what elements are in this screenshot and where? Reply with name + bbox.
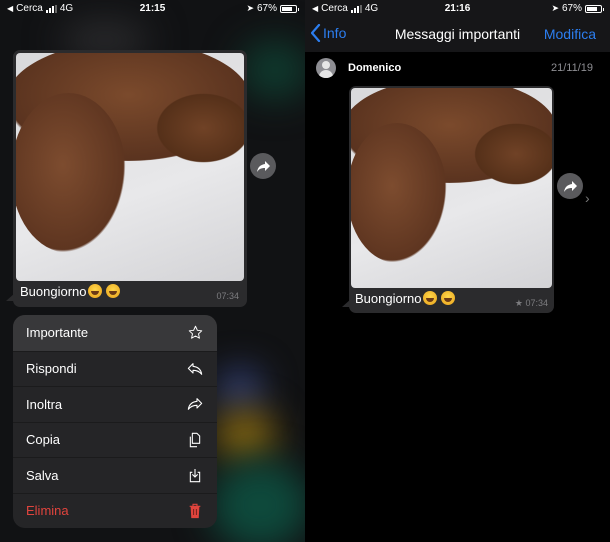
copy-icon xyxy=(187,432,203,448)
laughing-emoji-icon xyxy=(422,291,437,305)
message-caption: Buongiorno xyxy=(20,284,120,299)
message-bubble[interactable]: Buongiorno 07:34 xyxy=(13,50,247,307)
background-blur xyxy=(220,370,260,410)
message-time: 07:34 xyxy=(216,291,239,301)
bubble-tail xyxy=(6,293,15,301)
bubble-tail xyxy=(342,299,351,307)
forward-button[interactable] xyxy=(557,173,583,199)
location-icon: ➤ xyxy=(246,3,254,13)
battery-icon xyxy=(585,4,604,13)
message-date: 21/11/19 xyxy=(550,62,593,74)
reply-icon xyxy=(187,361,203,377)
background-blur xyxy=(210,460,305,542)
battery-percent: 67% xyxy=(561,3,582,14)
laughing-emoji-icon xyxy=(105,284,120,298)
menu-item-importante[interactable]: Importante xyxy=(13,315,217,351)
status-bar: ◀ Cerca 4G 21:15 ➤ 67% xyxy=(0,0,305,17)
laughing-emoji-icon xyxy=(440,291,455,305)
left-screen: ◀ Cerca 4G 21:15 ➤ 67% Buongiorno 07:34 … xyxy=(0,0,305,542)
laughing-emoji-icon xyxy=(87,284,102,298)
menu-item-inoltra[interactable]: Inoltra xyxy=(13,386,217,422)
message-caption: Buongiorno xyxy=(355,291,455,306)
battery-percent: 67% xyxy=(256,3,277,14)
status-bar: ◀ Cerca 4G 21:16 ➤ 67% xyxy=(305,0,610,17)
forward-button[interactable] xyxy=(250,153,276,179)
chevron-right-icon[interactable]: › xyxy=(585,190,590,206)
forward-icon xyxy=(187,396,203,412)
battery-icon xyxy=(280,4,299,13)
forward-arrow-icon xyxy=(563,180,577,192)
location-icon: ➤ xyxy=(551,3,559,13)
forward-arrow-icon xyxy=(256,160,270,172)
message-time: ★ 07:34 xyxy=(514,298,548,308)
menu-item-copia[interactable]: Copia xyxy=(13,421,217,458)
trash-icon xyxy=(187,503,203,519)
menu-item-salva[interactable]: Salva xyxy=(13,457,217,493)
message-bubble[interactable]: Buongiorno ★ 07:34 xyxy=(349,86,554,313)
menu-item-elimina[interactable]: Elimina xyxy=(13,492,217,529)
star-icon xyxy=(187,325,203,341)
star-icon: ★ xyxy=(514,298,523,308)
sender-name: Domenico xyxy=(348,62,402,74)
sender-row[interactable]: Domenico 21/11/19 xyxy=(305,55,610,81)
menu-item-rispondi[interactable]: Rispondi xyxy=(13,350,217,387)
navigation-bar: Info Messaggi importanti Modifica xyxy=(305,17,610,52)
croissant-photo[interactable] xyxy=(16,53,244,281)
avatar xyxy=(316,58,336,78)
edit-button[interactable]: Modifica xyxy=(544,26,596,42)
context-menu: Importante Rispondi Inoltra Copia Salva … xyxy=(13,315,217,528)
background-blur xyxy=(240,40,305,100)
save-icon xyxy=(187,467,203,483)
background-blur xyxy=(215,410,275,460)
croissant-photo[interactable] xyxy=(351,88,552,288)
right-screen: ◀ Cerca 4G 21:16 ➤ 67% Info Messaggi imp… xyxy=(305,0,610,542)
